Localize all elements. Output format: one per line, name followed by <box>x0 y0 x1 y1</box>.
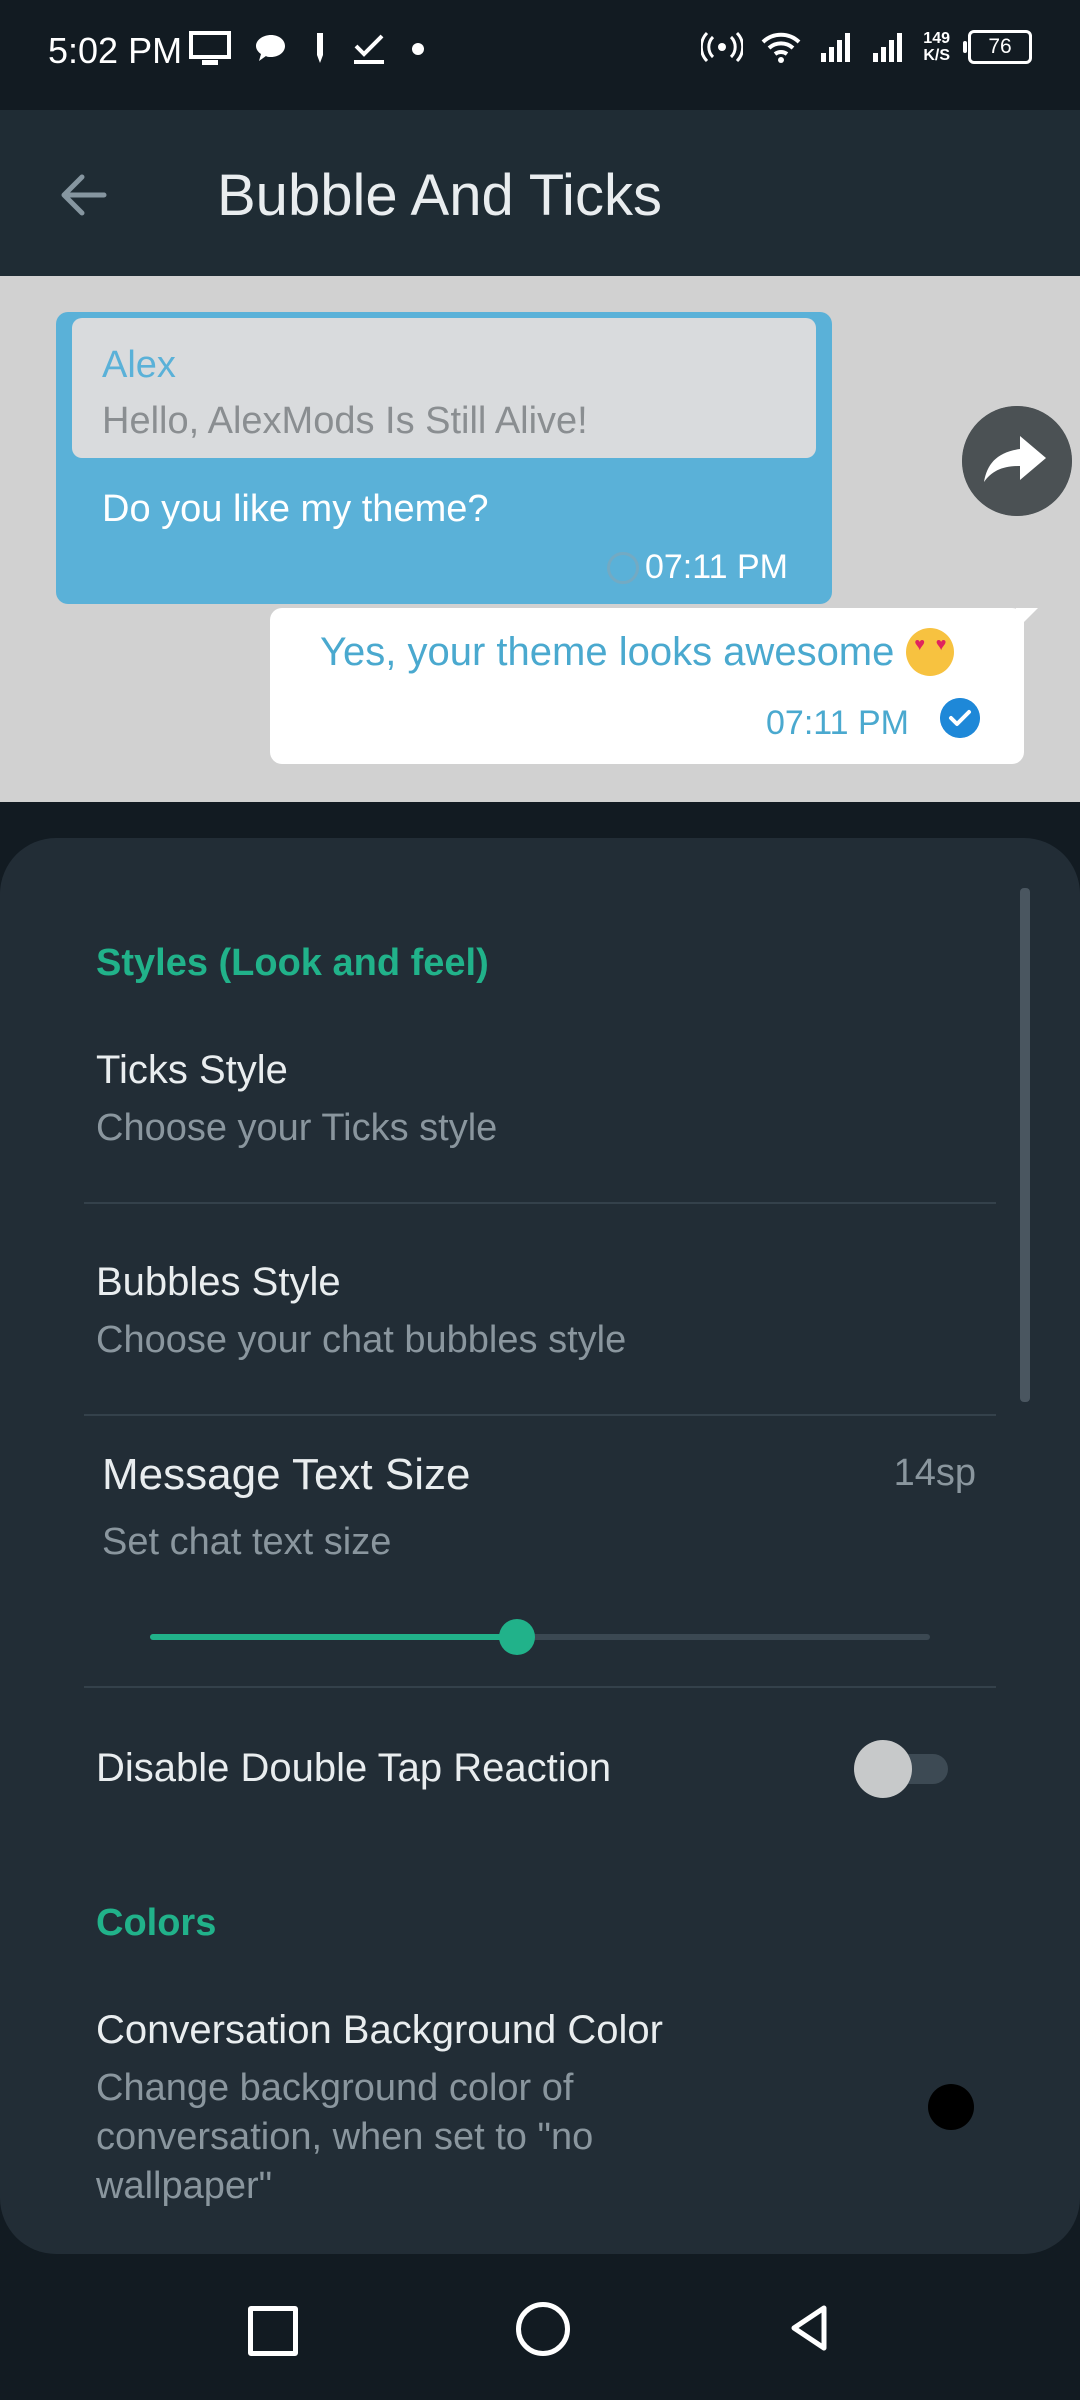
section-header-styles: Styles (Look and feel) <box>96 942 489 984</box>
pending-clock-icon <box>606 551 639 584</box>
color-swatch[interactable] <box>928 2084 974 2130</box>
forward-share-icon[interactable] <box>962 406 1072 516</box>
setting-title: Disable Double Tap Reaction <box>96 1746 612 1790</box>
recents-square-icon[interactable] <box>248 2306 298 2356</box>
divider <box>84 1686 996 1688</box>
setting-subtitle: Choose your chat bubbles style <box>96 1319 627 1361</box>
top-app-bar: Bubble And Ticks <box>0 110 1080 276</box>
wifi-icon <box>761 32 801 63</box>
incoming-message-text: Do you like my theme? <box>102 488 489 530</box>
monitor-icon <box>189 31 231 65</box>
back-triangle-icon[interactable] <box>784 2302 836 2354</box>
setting-title: Conversation Background Color <box>96 2008 663 2052</box>
section-header-colors: Colors <box>96 1902 217 1944</box>
slider-fill <box>150 1634 517 1640</box>
heart-eyes-emoji-icon <box>906 628 955 676</box>
setting-subtitle: Change background color of conversation,… <box>96 2067 594 2207</box>
scrollbar[interactable] <box>1020 888 1030 1402</box>
quoted-text: Hello, AlexMods Is Still Alive! <box>102 400 588 442</box>
text-size-value: 14sp <box>893 1452 976 1494</box>
battery-indicator: 76 <box>963 30 1032 64</box>
outgoing-message-time: 07:11 PM <box>766 704 910 742</box>
slider-thumb[interactable] <box>498 1619 535 1655</box>
toggle-thumb <box>854 1740 912 1798</box>
network-speed-value: 149 <box>923 30 950 47</box>
outgoing-message-bubble: Yes, your theme looks awesome 07:11 PM <box>270 608 1024 764</box>
back-arrow-icon[interactable] <box>48 160 118 230</box>
incoming-message-time: 07:11 PM <box>644 548 788 586</box>
incoming-message-meta: 07:11 PM <box>606 548 788 587</box>
read-tick-icon <box>940 698 980 738</box>
divider <box>84 1202 996 1204</box>
quoted-message: Alex Hello, AlexMods Is Still Alive! <box>72 318 816 458</box>
setting-title: Message Text Size <box>102 1450 471 1499</box>
setting-subtitle: Choose your Ticks style <box>96 1107 498 1149</box>
text-size-slider[interactable] <box>150 1619 930 1655</box>
check-icon <box>354 34 384 64</box>
setting-title: Ticks Style <box>96 1048 288 1092</box>
page-title: Bubble And Ticks <box>217 163 662 228</box>
pen-icon <box>317 33 323 63</box>
network-speed-unit: K/S <box>923 47 950 64</box>
status-bar: 5:02 PM 149 K/S 76 <box>0 0 1080 110</box>
notification-icons <box>188 30 428 68</box>
dot-icon <box>412 43 424 55</box>
quoted-sender-name: Alex <box>102 344 176 386</box>
chat-preview: Alex Hello, AlexMods Is Still Alive! Do … <box>0 276 1080 802</box>
setting-title: Bubbles Style <box>96 1260 341 1304</box>
system-icons: 149 K/S 76 <box>701 30 1032 64</box>
divider <box>84 1414 996 1416</box>
double-tap-toggle[interactable] <box>854 1740 952 1798</box>
system-nav-bar <box>0 2254 1080 2400</box>
outgoing-message-line: Yes, your theme looks awesome <box>320 628 955 676</box>
chat-icon <box>256 35 285 61</box>
status-time: 5:02 PM <box>48 30 183 71</box>
incoming-message-bubble: Alex Hello, AlexMods Is Still Alive! Do … <box>56 312 832 604</box>
signal-icon <box>821 33 851 62</box>
home-circle-icon[interactable] <box>516 2302 570 2356</box>
hotspot-icon <box>701 31 744 63</box>
settings-sheet: Styles (Look and feel) Ticks Style Choos… <box>0 838 1080 2254</box>
outgoing-message-text: Yes, your theme looks awesome <box>320 629 895 674</box>
network-speed: 149 K/S <box>923 30 950 64</box>
setting-subtitle: Set chat text size <box>102 1521 392 1563</box>
signal-icon <box>873 33 903 62</box>
